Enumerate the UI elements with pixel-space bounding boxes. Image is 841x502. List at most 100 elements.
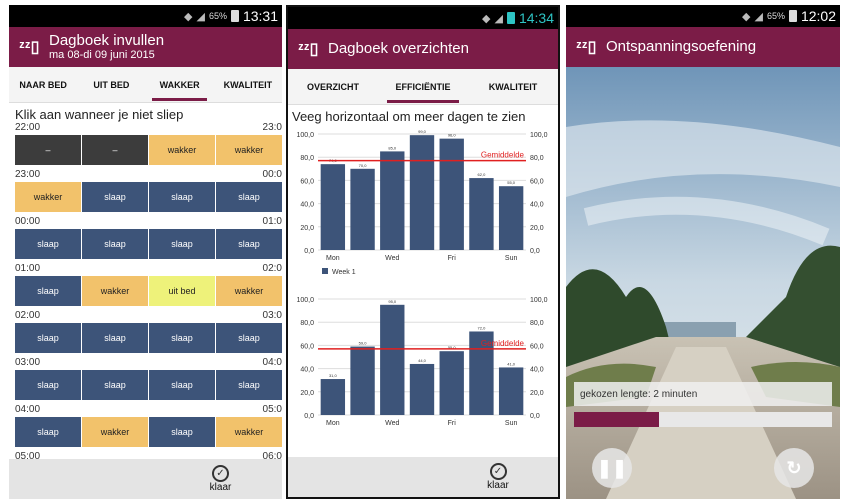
signal-icon: ◢	[754, 10, 763, 23]
exercise-progress-bar[interactable]	[574, 412, 832, 427]
x-tick-label: Sun	[505, 255, 518, 262]
hour-label-row: 03:00 04:0	[9, 357, 282, 370]
quarter-hour-block[interactable]: slaap	[149, 323, 215, 353]
quarter-hour-block[interactable]: slaap	[15, 276, 81, 306]
bar-fri	[439, 138, 464, 250]
diary-overview-screen: ◆ ◢ 14:34 ᶻᶻ▯ Dagboek overzichten OVERZI…	[286, 5, 560, 499]
quarter-hour-row: slaap slaap slaap slaap	[15, 370, 282, 400]
hour-end: 05:0	[262, 404, 282, 415]
bar-value-label: 59,0	[359, 341, 368, 346]
tab-bar: OVERZICHT EFFICIËNTIE KWALITEIT	[288, 69, 558, 105]
hour-start: 02:00	[15, 310, 41, 321]
status-bar: ◆ ◢ 65% 12:02	[566, 5, 840, 27]
battery-icon	[788, 10, 797, 22]
x-tick-label: Fri	[448, 420, 457, 427]
battery-percent: 65%	[766, 11, 785, 21]
quarter-hour-block[interactable]: –	[15, 135, 81, 165]
battery-icon	[230, 10, 239, 22]
quarter-hour-block[interactable]: slaap	[15, 323, 81, 353]
bar-value-label: 85,0	[388, 145, 397, 150]
status-time: 13:31	[242, 8, 278, 24]
quarter-hour-block[interactable]: wakker	[149, 135, 215, 165]
quarter-hour-row: slaap slaap slaap slaap	[15, 229, 282, 259]
x-tick-label: Wed	[385, 420, 399, 427]
app-bar: ᶻᶻ▯ Dagboek overzichten	[288, 29, 558, 69]
quarter-hour-block[interactable]: slaap	[216, 323, 282, 353]
hour-start: 23:00	[15, 169, 41, 180]
y-tick-label-right: 0,0	[530, 413, 540, 420]
quarter-hour-block[interactable]: wakker	[82, 417, 148, 447]
quarter-hour-block[interactable]: slaap	[216, 182, 282, 212]
done-button[interactable]: ✓ klaar	[9, 459, 282, 499]
quarter-hour-block[interactable]: slaap	[216, 229, 282, 259]
chart-area[interactable]: Veeg horizontaal om meer dagen te zien 0…	[288, 105, 558, 461]
tab-wakker[interactable]: WAKKER	[146, 67, 214, 103]
hour-label-row: 04:00 05:0	[9, 404, 282, 417]
quarter-hour-block[interactable]: slaap	[82, 370, 148, 400]
bar-value-label: 99,0	[418, 129, 427, 134]
y-tick-label-left: 60,0	[300, 178, 314, 185]
legend-label: Week 1	[332, 269, 356, 276]
tab-naar-bed[interactable]: NAAR BED	[9, 67, 77, 103]
quarter-hour-block[interactable]: wakker	[15, 182, 81, 212]
hour-end: 00:0	[262, 169, 282, 180]
quarter-hour-block[interactable]: slaap	[15, 370, 81, 400]
battery-icon	[506, 12, 515, 24]
status-bar: ◆ ◢ 65% 13:31	[9, 5, 282, 27]
beach-path-image	[566, 67, 840, 499]
quarter-hour-block[interactable]: slaap	[149, 229, 215, 259]
y-tick-label-right: 20,0	[530, 390, 544, 397]
pause-icon: ❚❚	[596, 457, 628, 478]
done-label: klaar	[487, 480, 509, 491]
y-tick-label-right: 80,0	[530, 320, 544, 327]
quarter-hour-block[interactable]: –	[82, 135, 148, 165]
done-button[interactable]: ✓ klaar	[288, 457, 558, 497]
status-time: 14:34	[518, 10, 554, 26]
quarter-hour-block[interactable]: slaap	[82, 229, 148, 259]
signal-icon: ◢	[494, 12, 503, 25]
quarter-hour-block[interactable]: slaap	[15, 417, 81, 447]
hour-label-row: 23:00 00:0	[9, 169, 282, 182]
quarter-hour-row: – – wakker wakker	[15, 135, 282, 165]
quarter-hour-block[interactable]: wakker	[216, 135, 282, 165]
quarter-hour-block[interactable]: uit bed	[149, 276, 215, 306]
tab-effici-ntie[interactable]: EFFICIËNTIE	[378, 69, 468, 105]
quarter-hour-block[interactable]: slaap	[149, 182, 215, 212]
hour-grid: Klik aan wanneer je niet sliep 22:00 23:0…	[9, 103, 282, 474]
quarter-hour-block[interactable]: wakker	[216, 276, 282, 306]
tab-overzicht[interactable]: OVERZICHT	[288, 69, 378, 105]
status-bar: ◆ ◢ 14:34	[288, 7, 558, 29]
bar-value-label: 95,0	[388, 299, 397, 304]
restart-button[interactable]: ↻	[774, 448, 814, 488]
bar-value-label: 62,0	[478, 172, 487, 177]
wifi-icon: ◆	[482, 12, 491, 25]
y-tick-label-left: 20,0	[300, 390, 314, 397]
wifi-icon: ◆	[184, 10, 193, 23]
x-tick-label: Fri	[448, 255, 457, 262]
quarter-hour-block[interactable]: slaap	[216, 370, 282, 400]
quarter-hour-block[interactable]: slaap	[82, 182, 148, 212]
progress-fill	[574, 412, 660, 427]
y-tick-label-right: 100,0	[530, 297, 548, 304]
quarter-hour-row: slaap slaap slaap slaap	[15, 323, 282, 353]
quarter-hour-block[interactable]: slaap	[15, 229, 81, 259]
bar-fri	[439, 351, 464, 415]
quarter-hour-block[interactable]: slaap	[82, 323, 148, 353]
tab-uit-bed[interactable]: UIT BED	[77, 67, 145, 103]
tab-kwaliteit[interactable]: KWALITEIT	[214, 67, 282, 103]
hour-start: 04:00	[15, 404, 41, 415]
quarter-hour-row: slaap wakker slaap wakker	[15, 417, 282, 447]
legend-swatch	[322, 268, 328, 274]
quarter-hour-block[interactable]: slaap	[149, 417, 215, 447]
quarter-hour-block[interactable]: wakker	[216, 417, 282, 447]
tab-kwaliteit[interactable]: KWALITEIT	[468, 69, 558, 105]
done-label: klaar	[209, 482, 232, 493]
x-tick-label: Sun	[505, 420, 518, 427]
y-tick-label-right: 0,0	[530, 248, 540, 255]
quarter-hour-block[interactable]: wakker	[82, 276, 148, 306]
pause-button[interactable]: ❚❚	[592, 448, 632, 488]
average-line-label: Gemiddelde	[481, 151, 525, 160]
y-tick-label-left: 20,0	[300, 225, 314, 232]
quarter-hour-block[interactable]: slaap	[149, 370, 215, 400]
signal-icon: ◢	[196, 10, 205, 23]
